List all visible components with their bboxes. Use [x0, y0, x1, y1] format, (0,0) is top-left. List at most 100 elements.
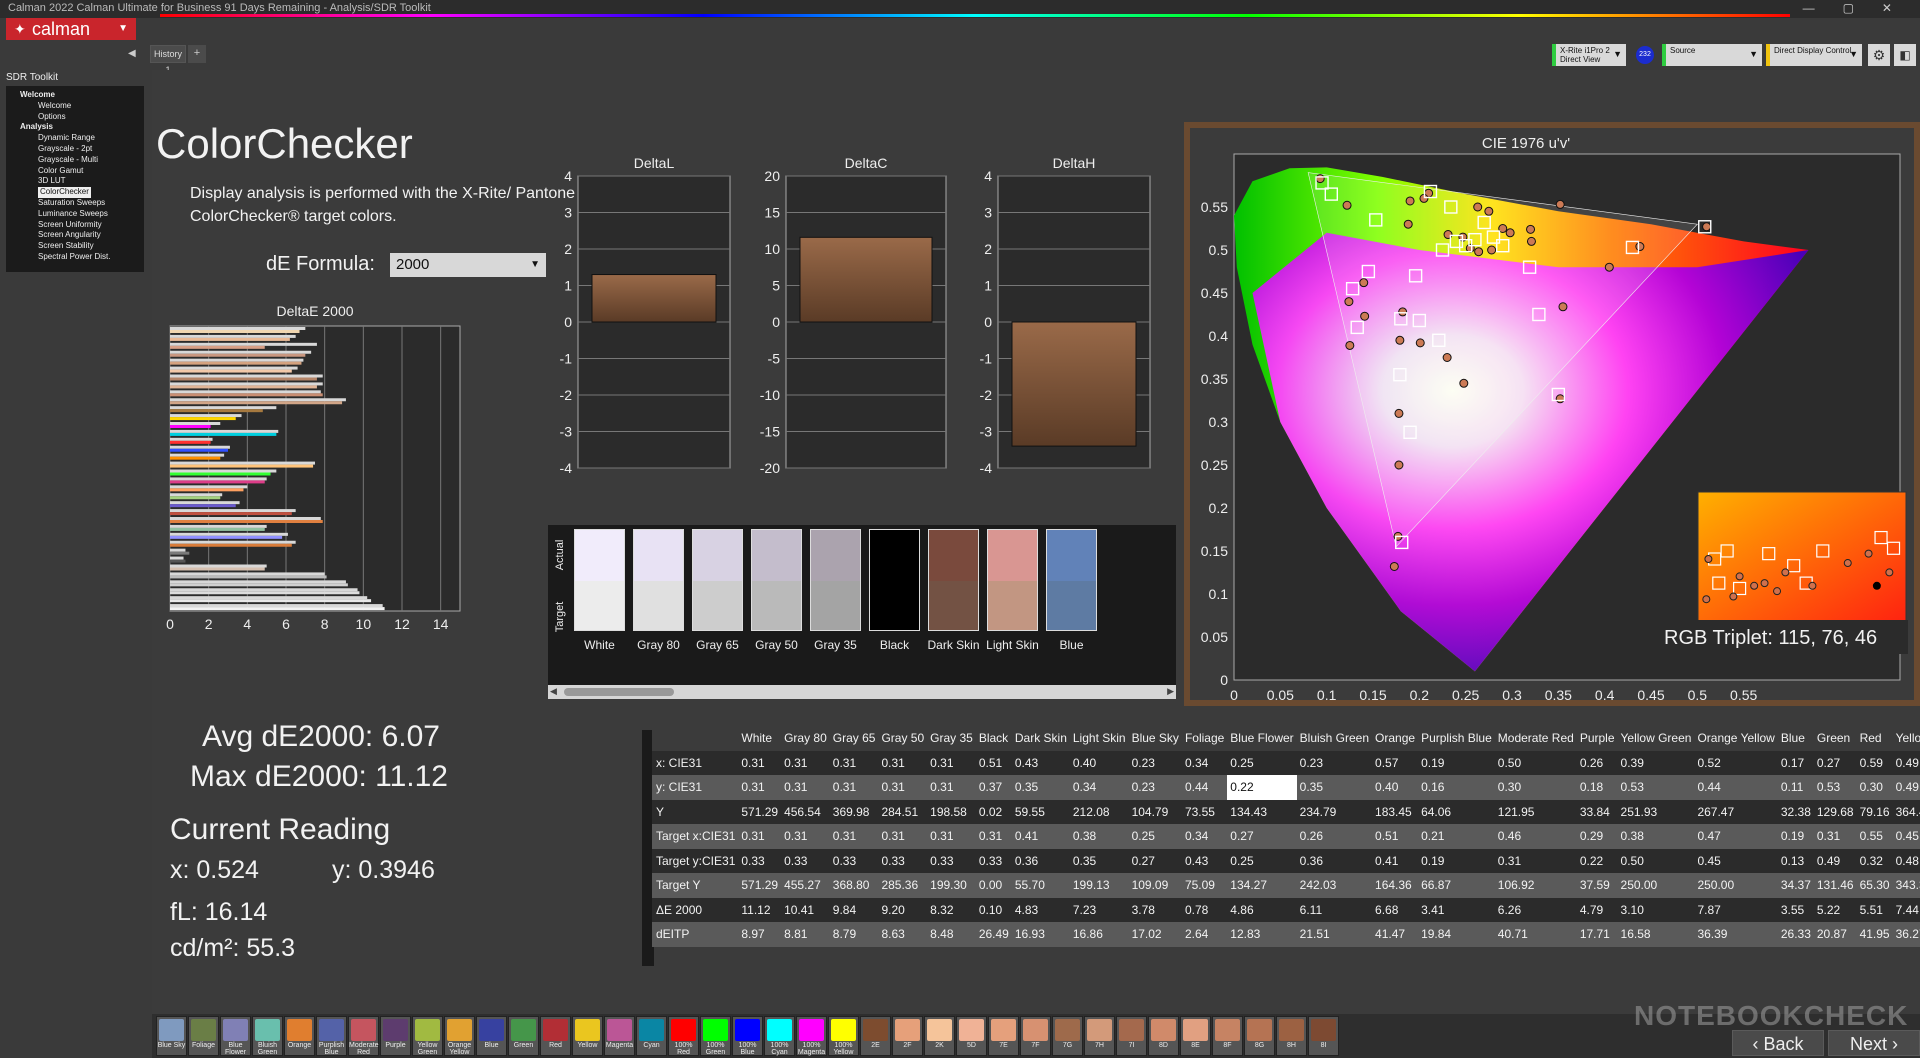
table-cell[interactable]: 36.39	[1694, 922, 1778, 947]
table-cell[interactable]: 199.30	[927, 873, 976, 898]
table-cell[interactable]: 0.18	[1576, 775, 1618, 800]
patch-button[interactable]: Orange Yellow	[444, 1016, 475, 1056]
table-cell[interactable]: 0.30	[1494, 775, 1577, 800]
table-cell[interactable]: 33.84	[1576, 799, 1618, 824]
patch-button[interactable]: Purplish Blue	[316, 1016, 347, 1056]
table-cell[interactable]: 0.31	[927, 824, 976, 849]
window-controls[interactable]: —▢✕	[1803, 0, 1920, 16]
tab-history-1[interactable]: History 1	[150, 45, 186, 75]
table-cell[interactable]: 19.84	[1418, 922, 1495, 947]
table-cell[interactable]: 0.78	[1181, 897, 1228, 922]
table-cell[interactable]: 0.35	[1069, 848, 1129, 873]
table-cell[interactable]: 0.36	[1296, 848, 1373, 873]
table-cell[interactable]: 2.64	[1181, 922, 1228, 947]
table-cell[interactable]: 79.16	[1856, 799, 1893, 824]
table-cell[interactable]: 0.21	[1418, 824, 1495, 849]
table-cell[interactable]: 0.25	[1227, 750, 1297, 775]
table-cell[interactable]: 0.49	[1892, 750, 1920, 775]
table-column-header[interactable]: Yellow	[1892, 726, 1920, 751]
table-cell[interactable]: 121.95	[1494, 799, 1577, 824]
table-cell[interactable]: 0.48	[1892, 848, 1920, 873]
table-column-header[interactable]: Purple	[1576, 726, 1618, 751]
table-cell[interactable]: 0.11	[1777, 775, 1814, 800]
table-cell[interactable]: 284.51	[878, 799, 928, 824]
table-cell[interactable]: 250.00	[1617, 873, 1695, 898]
table-cell[interactable]: 106.92	[1494, 873, 1577, 898]
table-cell[interactable]: 368.80	[829, 873, 879, 898]
table-cell[interactable]: 0.31	[878, 775, 928, 800]
patch-button[interactable]: 8I	[1308, 1016, 1339, 1056]
sidebar-item-welcome[interactable]: Welcome	[12, 101, 138, 112]
table-cell[interactable]: 64.06	[1418, 799, 1495, 824]
table-cell[interactable]: 0.34	[1069, 775, 1129, 800]
table-cell[interactable]: 0.47	[1694, 824, 1778, 849]
collapse-panel-icon[interactable]: ◀	[128, 48, 136, 59]
table-cell[interactable]: 26.33	[1777, 922, 1814, 947]
table-cell[interactable]: 4.83	[1011, 897, 1070, 922]
table-cell[interactable]: 7.23	[1069, 897, 1129, 922]
table-cell[interactable]: 0.31	[781, 824, 830, 849]
patch-button[interactable]: 7G	[1052, 1016, 1083, 1056]
sidebar-item-spectral-power-dist-[interactable]: Spectral Power Dist.	[12, 252, 138, 263]
table-cell[interactable]: 0.31	[878, 824, 928, 849]
table-cell[interactable]: 0.35	[1011, 775, 1070, 800]
table-cell[interactable]: 12.83	[1227, 922, 1297, 947]
sidebar-item-grayscale-multi[interactable]: Grayscale - Multi	[12, 155, 138, 166]
table-cell[interactable]: 0.31	[927, 775, 976, 800]
table-cell[interactable]: 369.98	[829, 799, 879, 824]
table-cell[interactable]: 0.33	[975, 848, 1012, 873]
table-cell[interactable]: 0.31	[878, 750, 928, 775]
calman-logo-button[interactable]: calman ▼	[6, 18, 136, 40]
table-cell[interactable]: 5.51	[1856, 897, 1893, 922]
patch-button[interactable]: Yellow Green	[412, 1016, 443, 1056]
patch-button[interactable]: 8D	[1148, 1016, 1179, 1056]
table-cell[interactable]: 7.44	[1892, 897, 1920, 922]
sidebar-item-welcome[interactable]: Welcome	[12, 90, 138, 101]
patch-button[interactable]: 8E	[1180, 1016, 1211, 1056]
table-cell[interactable]: 0.22	[1576, 848, 1618, 873]
table-cell[interactable]: 8.48	[927, 922, 976, 947]
table-cell[interactable]: 0.25	[1128, 824, 1182, 849]
table-cell[interactable]: 55.70	[1011, 873, 1070, 898]
table-cell[interactable]: 343.35	[1892, 873, 1920, 898]
table-cell[interactable]: 0.31	[1813, 824, 1857, 849]
table-column-header[interactable]: Blue Sky	[1128, 726, 1182, 751]
table-cell[interactable]: 285.36	[878, 873, 928, 898]
table-cell[interactable]: 0.17	[1777, 750, 1814, 775]
table-cell[interactable]: 0.49	[1892, 775, 1920, 800]
table-cell[interactable]: 242.03	[1296, 873, 1373, 898]
table-cell[interactable]: 0.43	[1011, 750, 1070, 775]
table-cell[interactable]: 0.23	[1296, 750, 1373, 775]
table-cell[interactable]: 9.84	[829, 897, 879, 922]
table-column-header[interactable]: Gray 50	[878, 726, 928, 751]
patch-button[interactable]: 100% Magenta	[796, 1016, 827, 1056]
table-cell[interactable]: 73.55	[1181, 799, 1228, 824]
table-cell[interactable]: 131.46	[1813, 873, 1857, 898]
patch-button[interactable]: Cyan	[636, 1016, 667, 1056]
table-cell[interactable]: 0.27	[1813, 750, 1857, 775]
table-cell[interactable]: 0.29	[1576, 824, 1618, 849]
table-cell[interactable]: 0.38	[1617, 824, 1695, 849]
patch-button[interactable]: 2E	[860, 1016, 891, 1056]
meter-device-box[interactable]: X-Rite i1Pro 2 Direct View ▼	[1552, 44, 1626, 66]
table-cell[interactable]: 0.39	[1617, 750, 1695, 775]
add-history-button[interactable]: +	[188, 45, 206, 63]
table-cell[interactable]: 0.43	[1181, 848, 1228, 873]
table-cell[interactable]: 4.79	[1576, 897, 1618, 922]
table-cell[interactable]: 0.33	[781, 848, 830, 873]
table-column-header[interactable]: Yellow Green	[1617, 726, 1695, 751]
table-cell[interactable]: 250.00	[1694, 873, 1778, 898]
layout-toggle-icon[interactable]: ◧	[1894, 44, 1916, 66]
table-cell[interactable]: 0.37	[975, 775, 1012, 800]
table-cell[interactable]: 8.81	[781, 922, 830, 947]
table-cell[interactable]: 0.44	[1181, 775, 1228, 800]
table-cell[interactable]: 6.11	[1296, 897, 1373, 922]
sidebar-item-saturation-sweeps[interactable]: Saturation Sweeps	[12, 198, 138, 209]
table-cell[interactable]: 0.34	[1181, 750, 1228, 775]
table-cell[interactable]: 0.45	[1892, 824, 1920, 849]
table-cell[interactable]: 8.32	[927, 897, 976, 922]
table-cell[interactable]: 0.22	[1227, 775, 1297, 800]
table-cell[interactable]: 0.32	[1856, 848, 1893, 873]
table-cell[interactable]: 0.36	[1011, 848, 1070, 873]
table-cell[interactable]: 183.45	[1372, 799, 1419, 824]
